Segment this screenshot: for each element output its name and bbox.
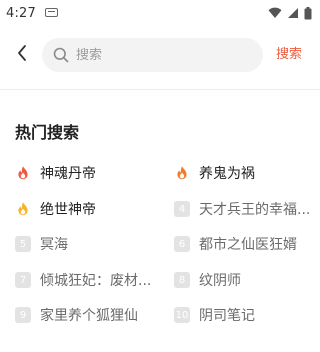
fire-icon — [15, 165, 31, 181]
search-icon — [52, 46, 70, 64]
wifi-icon — [268, 7, 282, 19]
hot-item-1[interactable]: 神魂丹帝 — [15, 160, 96, 186]
hot-item-label: 绝世神帝 — [40, 202, 96, 218]
hot-item-6[interactable]: 6 都市之仙医狂婿 — [174, 231, 297, 257]
hot-item-10[interactable]: 10 阴司笔记 — [174, 302, 255, 328]
hot-item-label: 阴司笔记 — [199, 308, 255, 324]
search-box[interactable] — [42, 38, 263, 72]
status-time: 4:27 — [6, 5, 36, 21]
sim-card-icon — [45, 7, 58, 17]
hot-item-label: 冥海 — [40, 237, 68, 253]
rank-badge: 10 — [174, 307, 190, 323]
rank-badge: 5 — [15, 236, 31, 252]
rank-badge: 9 — [15, 307, 31, 323]
fire-icon — [174, 165, 190, 181]
rank-badge: 4 — [174, 201, 190, 217]
hot-search-title: 热门搜索 — [15, 123, 80, 142]
status-bar: 4:27 — [0, 0, 320, 26]
hot-item-5[interactable]: 5 冥海 — [15, 231, 68, 257]
chevron-left-icon — [16, 44, 28, 66]
header-divider — [0, 89, 320, 90]
fire-icon — [15, 201, 31, 217]
rank-badge: 8 — [174, 272, 190, 288]
hot-item-label: 天才兵王的幸福... — [199, 202, 311, 218]
hot-item-label: 家里养个狐狸仙 — [40, 308, 138, 324]
hot-item-label: 养鬼为祸 — [199, 166, 255, 182]
cell-signal-icon — [287, 7, 299, 19]
hot-item-8[interactable]: 8 纹阴师 — [174, 267, 241, 293]
search-button[interactable]: 搜索 — [276, 36, 302, 74]
search-screen: 4:27 搜索 热门搜索 — [0, 0, 320, 352]
hot-item-label: 倾城狂妃：废材... — [40, 273, 152, 289]
hot-item-4[interactable]: 4 天才兵王的幸福... — [174, 196, 310, 222]
status-icons — [268, 6, 312, 20]
hot-item-7[interactable]: 7 倾城狂妃：废材... — [15, 267, 151, 293]
hot-item-2[interactable]: 养鬼为祸 — [174, 160, 255, 186]
hot-item-label: 神魂丹帝 — [40, 166, 96, 182]
battery-icon — [304, 6, 312, 20]
search-input[interactable] — [76, 40, 256, 70]
hot-item-label: 纹阴师 — [199, 273, 241, 289]
back-button[interactable] — [4, 36, 40, 74]
hot-item-3[interactable]: 绝世神帝 — [15, 196, 96, 222]
rank-badge: 7 — [15, 272, 31, 288]
hot-item-label: 都市之仙医狂婿 — [199, 237, 297, 253]
hot-item-9[interactable]: 9 家里养个狐狸仙 — [15, 302, 138, 328]
search-header: 搜索 — [0, 36, 320, 74]
rank-badge: 6 — [174, 236, 190, 252]
